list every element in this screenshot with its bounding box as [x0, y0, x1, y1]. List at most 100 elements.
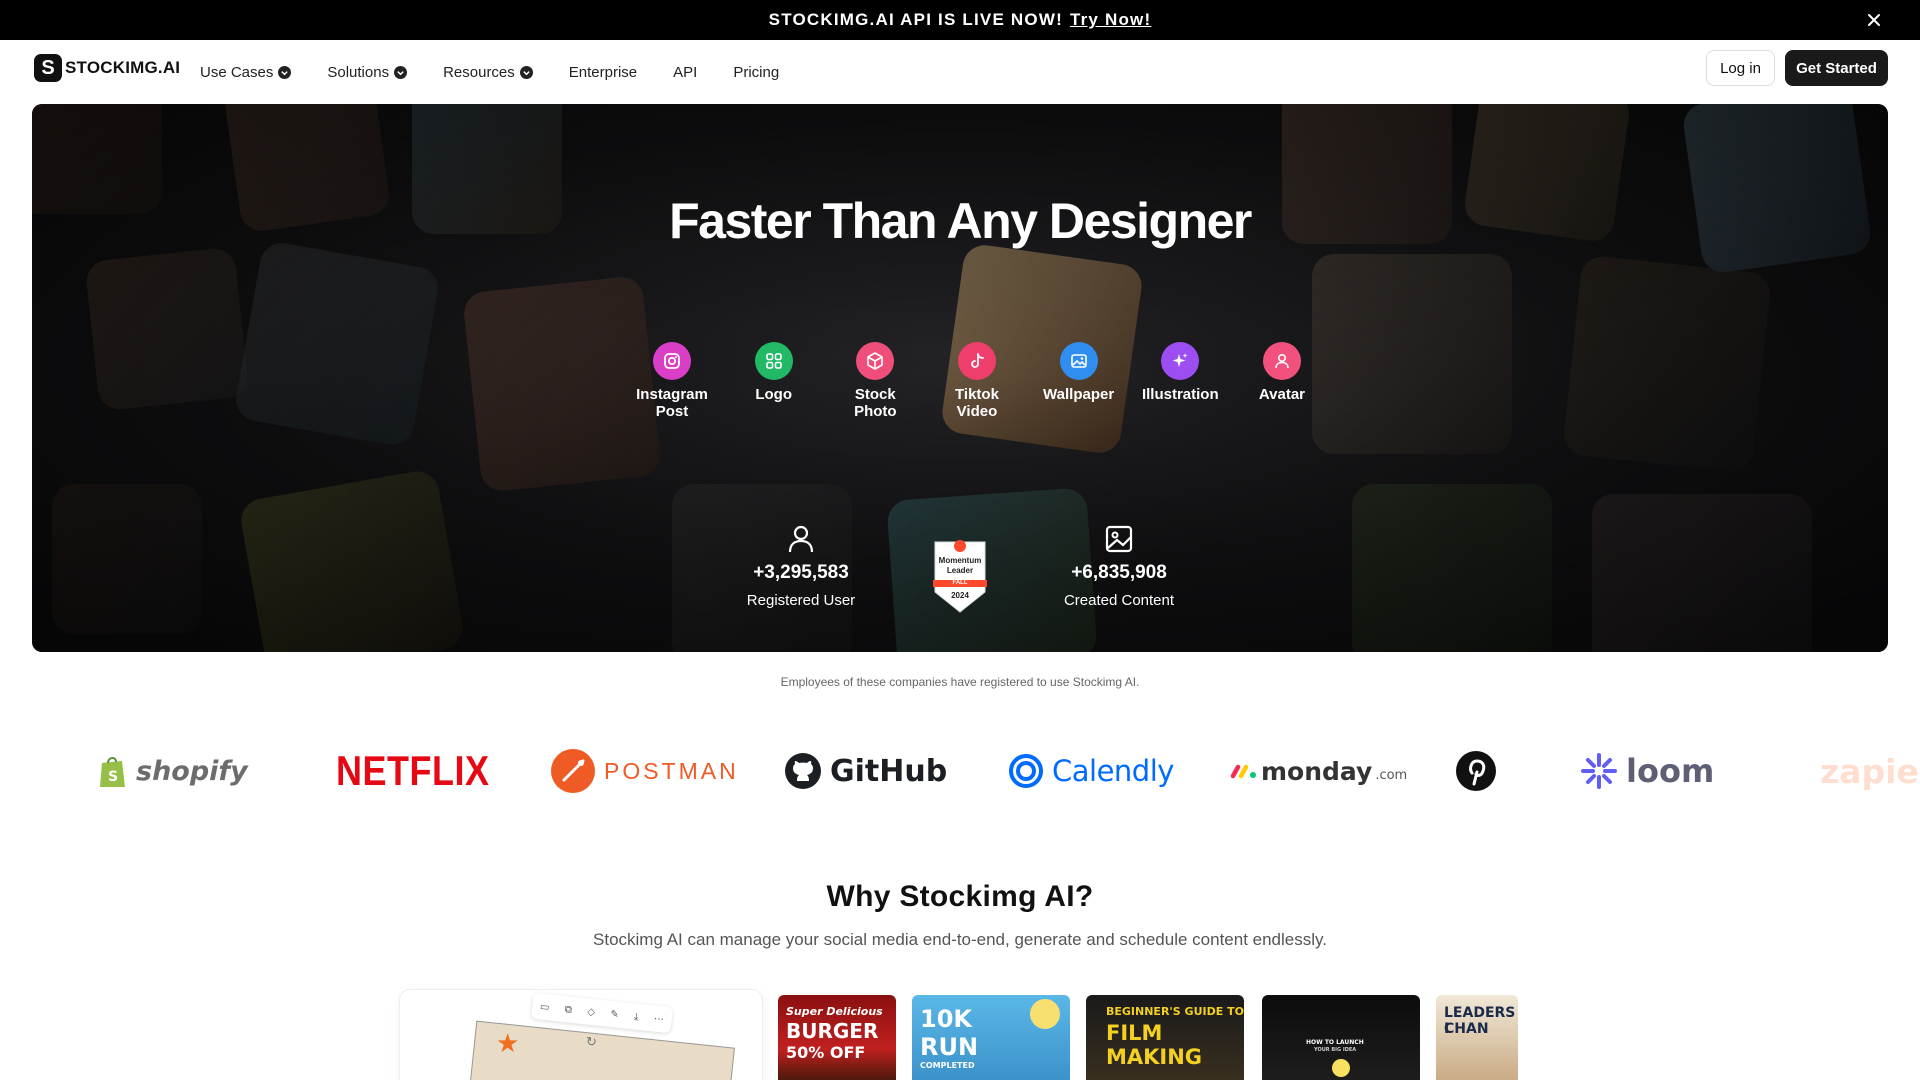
menu-label: Solutions	[327, 63, 390, 81]
thumb-text: CHAN	[1444, 1021, 1489, 1037]
category-label: Tiktok Video	[955, 386, 999, 420]
menu-api[interactable]: API	[673, 58, 733, 86]
thumb-text: BEGINNER'S GUIDE TO	[1106, 1005, 1244, 1018]
pinterest-logo	[1455, 740, 1497, 802]
brand-logo[interactable]: S STOCKIMG.AI	[34, 54, 180, 82]
sun-icon	[1030, 999, 1060, 1029]
download-icon[interactable]: ⤓	[634, 1011, 640, 1022]
hero-title: Faster Than Any Designer	[669, 193, 1252, 249]
box-icon	[856, 342, 895, 380]
category-label: Illustration	[1141, 386, 1219, 403]
badge-top: Momentum	[938, 556, 982, 565]
thumb-text: 10K	[920, 1005, 972, 1033]
loom-wordmark: loom	[1626, 752, 1715, 790]
login-button[interactable]: Log in	[1706, 50, 1775, 86]
announcement-bar: STOCKIMG.AI API IS LIVE NOW! Try Now!	[0, 0, 1920, 40]
shopify-bag-icon: S	[100, 757, 125, 787]
chevron-down-icon	[278, 65, 292, 79]
tiktok-icon	[957, 342, 996, 380]
image-icon	[1105, 525, 1133, 553]
category-label: Avatar	[1258, 386, 1305, 403]
editor-preview: ▭ ⧉ ◇ ✎ ⤓ ⋯ ★ ↻	[400, 990, 762, 1080]
menu-label: Use Cases	[200, 63, 274, 81]
thumb-text: 50% OFF	[786, 1043, 866, 1062]
chevron-down-icon	[519, 65, 533, 79]
menu-resources[interactable]: Resources	[443, 58, 569, 86]
github-icon	[785, 753, 821, 789]
image-icon	[1059, 342, 1098, 380]
chevron-down-icon	[394, 65, 408, 79]
menu-solutions[interactable]: Solutions	[327, 58, 443, 86]
category-tiktok-video[interactable]: Tiktok Video	[937, 342, 1017, 420]
badge-mid: Leader	[946, 566, 974, 575]
companies-caption: Employees of these companies have regist…	[780, 675, 1140, 689]
company-logos: S shopify NETFLIX POSTMAN GitHub Calendl…	[0, 740, 1920, 802]
grid-icon	[754, 342, 793, 380]
menu-use-cases[interactable]: Use Cases	[200, 58, 327, 86]
announcement-text: STOCKIMG.AI API IS LIVE NOW!	[768, 10, 1063, 29]
template-thumb-film[interactable]: BEGINNER'S GUIDE TO FILM MAKING	[1086, 995, 1244, 1080]
thumb-text: FILM MAKING	[1106, 1021, 1203, 1069]
menu-enterprise[interactable]: Enterprise	[569, 58, 673, 86]
category-illustration[interactable]: Illustration	[1140, 342, 1220, 420]
template-thumb-leaders[interactable]: LEADERS I CHAN	[1436, 995, 1518, 1080]
stat-content: +6,835,908 Created Content	[1049, 524, 1189, 609]
template-thumb-burger[interactable]: Super Delicious BURGER 50% OFF	[778, 995, 896, 1080]
monday-suffix: .com	[1375, 767, 1408, 783]
loom-icon	[1581, 753, 1617, 789]
thumb-text: HOW TO LAUNCH	[1306, 1039, 1364, 1046]
calendly-wordmark: Calendly	[1052, 754, 1174, 788]
template-thumb-run[interactable]: 10K RUN COMPLETED	[912, 995, 1070, 1080]
more-icon[interactable]: ⋯	[653, 1013, 664, 1025]
category-logo[interactable]: Logo	[734, 342, 814, 420]
try-now-link[interactable]: Try Now!	[1070, 10, 1151, 30]
get-started-button[interactable]: Get Started	[1785, 50, 1888, 86]
star-icon: ★	[496, 1028, 520, 1058]
monday-wordmark: monday	[1261, 756, 1373, 786]
lightbulb-icon	[1332, 1059, 1350, 1077]
zapier-logo: zapie	[1820, 740, 1919, 802]
menu-label: API	[673, 63, 698, 81]
template-thumb-launch[interactable]: HOW TO LAUNCH YOUR BIG IDEA	[1262, 995, 1420, 1080]
editor-toolbar: ▭ ⧉ ◇ ✎ ⤓ ⋯	[531, 992, 673, 1034]
logo-mark-icon: S	[34, 54, 62, 82]
monday-icon	[1230, 764, 1256, 779]
menu-pricing[interactable]: Pricing	[733, 58, 815, 86]
fill-icon[interactable]: ◇	[587, 1006, 596, 1018]
stat-users: +3,295,583 Registered User	[731, 524, 871, 609]
category-wallpaper[interactable]: Wallpaper	[1039, 342, 1119, 420]
main-menu: Use Cases Solutions Resources Enterprise…	[200, 58, 815, 86]
menu-label: Pricing	[733, 63, 780, 81]
copy-icon[interactable]: ⧉	[564, 1004, 572, 1016]
category-label: Instagram Post	[636, 386, 708, 420]
category-instagram-post[interactable]: Instagram Post	[632, 342, 712, 420]
thumb-text: BURGER	[786, 1019, 879, 1043]
rotate-handle-icon[interactable]: ↻	[586, 1034, 597, 1050]
netflix-wordmark: NETFLIX	[336, 746, 490, 794]
postman-icon	[551, 749, 595, 793]
brand-name: STOCKIMG.AI	[65, 58, 181, 77]
thumb-text: Super Delicious	[786, 1005, 883, 1018]
why-subtitle: Stockimg AI can manage your social media…	[593, 930, 1327, 949]
instagram-icon	[653, 342, 691, 380]
shopify-logo: S shopify	[98, 740, 248, 802]
postman-wordmark: POSTMAN	[604, 757, 739, 784]
postman-logo: POSTMAN	[550, 740, 739, 802]
sparkle-icon	[1161, 342, 1200, 380]
registered-users-count: +3,295,583	[753, 562, 849, 583]
netflix-logo: NETFLIX	[336, 740, 490, 802]
svg-text:S: S	[108, 769, 118, 785]
created-content-count: +6,835,908	[1071, 562, 1167, 583]
top-nav: S STOCKIMG.AI Use Cases Solutions Resour…	[0, 40, 1920, 104]
category-label: Stock Photo	[854, 386, 897, 420]
g2-momentum-leader-badge: Momentum Leader FALL 2024	[931, 536, 989, 618]
thumb-text: YOUR BIG IDEA	[1314, 1047, 1357, 1053]
edit-icon[interactable]: ✎	[610, 1008, 619, 1020]
category-list: Instagram Post Logo Stock Photo Tiktok V…	[632, 342, 1322, 420]
close-icon[interactable]	[1864, 10, 1884, 30]
crop-icon[interactable]: ▭	[540, 1001, 551, 1013]
category-avatar[interactable]: Avatar	[1242, 342, 1322, 420]
stats-row: +3,295,583 Registered User Momentum Lead…	[32, 524, 1888, 618]
zapier-wordmark: zapie	[1820, 751, 1919, 791]
category-stock-photo[interactable]: Stock Photo	[835, 342, 915, 420]
